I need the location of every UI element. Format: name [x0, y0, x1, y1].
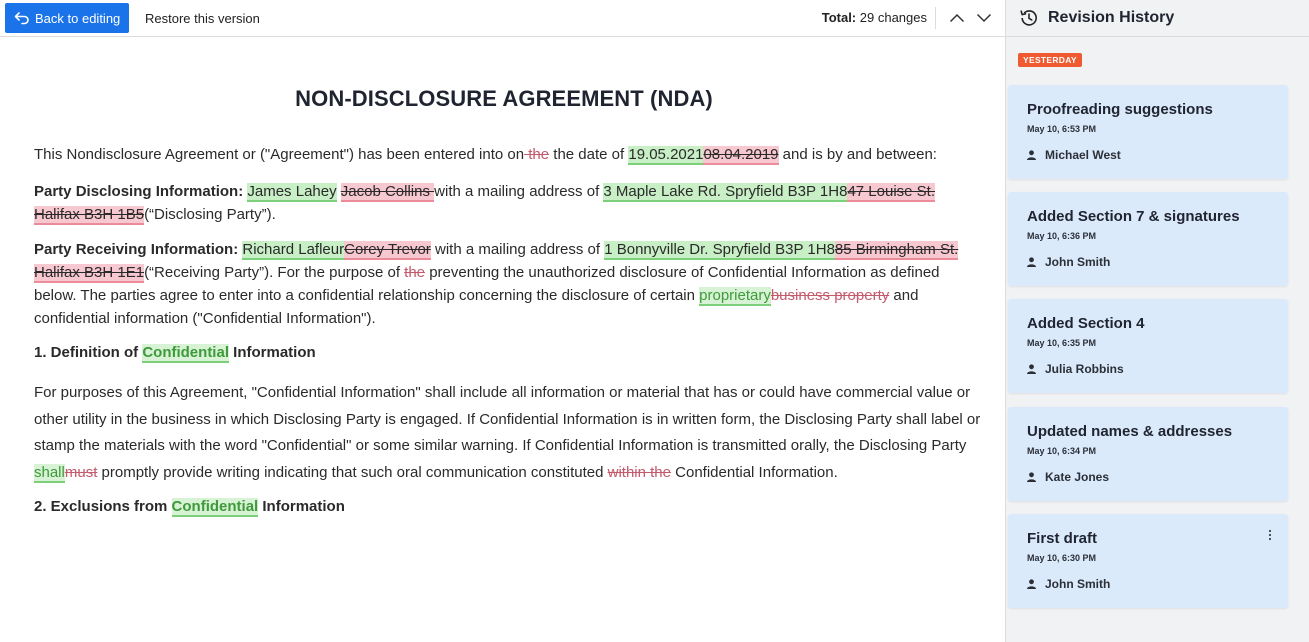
document-body: NON-DISCLOSURE AGREEMENT (NDA) This Nond…	[34, 37, 984, 518]
deleted-text[interactable]: business property	[771, 287, 889, 304]
panel-title: Revision History	[1048, 9, 1175, 26]
heading-text: 1. Definition of	[34, 344, 143, 361]
section-1-paragraph: For purposes of this Agreement, "Confide…	[34, 380, 984, 486]
inserted-name[interactable]: James Lahey	[247, 183, 337, 202]
section-text: Confidential Information.	[671, 463, 838, 481]
deleted-text[interactable]: the	[404, 264, 425, 281]
disclosing-text: (“Disclosing Party”).	[144, 206, 276, 223]
inserted-word[interactable]: proprietary	[699, 287, 771, 306]
revision-card[interactable]: Proofreading suggestions May 10, 6:53 PM…	[1008, 85, 1288, 179]
revision-card[interactable]: Updated names & addresses May 10, 6:34 P…	[1008, 407, 1288, 501]
inserted-word[interactable]: shall	[34, 463, 65, 483]
disclosing-party-label: Party Disclosing Information:	[34, 183, 244, 200]
revision-card[interactable]: First draft May 10, 6:30 PM John Smith	[1008, 514, 1288, 608]
revision-author-name: John Smith	[1045, 255, 1111, 269]
inserted-date[interactable]: 19.05.2021	[628, 146, 704, 165]
chevron-up-icon	[949, 13, 965, 23]
section-text: promptly provide writing indicating that…	[97, 463, 608, 481]
history-icon	[1019, 8, 1039, 28]
revision-author-name: Julia Robbins	[1045, 362, 1124, 376]
section-text: For purposes of this Agreement, "Confide…	[34, 384, 981, 454]
receiving-party-paragraph: Party Receiving Information: Richard Laf…	[34, 238, 984, 330]
revision-title: Proofreading suggestions	[1027, 101, 1213, 118]
inserted-address[interactable]: 3 Maple Lake Rd. Spryfield B3P 1H8	[603, 183, 848, 202]
revision-title: Updated names & addresses	[1027, 423, 1233, 440]
document-title: NON-DISCLOSURE AGREEMENT (NDA)	[295, 86, 713, 111]
revision-history-panel: Revision History YESTERDAY Proofreading …	[1005, 0, 1309, 642]
user-icon	[1027, 257, 1036, 267]
revision-author: Michael West	[1027, 148, 1121, 162]
user-icon	[1027, 472, 1036, 482]
receiving-text: (“Receiving Party”). For the purpose of	[144, 264, 405, 281]
revision-title: Added Section 7 & signatures	[1027, 208, 1240, 225]
total-changes-value: 29 changes	[859, 10, 927, 25]
more-vertical-icon[interactable]	[1264, 527, 1276, 543]
intro-text: and is by and between:	[778, 146, 937, 163]
revision-author-name: John Smith	[1045, 577, 1111, 591]
back-to-editing-label: Back to editing	[35, 10, 121, 26]
disclosing-text: with a mailing address of	[434, 183, 604, 200]
revision-author: John Smith	[1027, 577, 1110, 591]
intro-paragraph: This Nondisclosure Agreement or ("Agreem…	[34, 143, 984, 166]
user-icon	[1027, 579, 1036, 589]
revision-author-name: Michael West	[1045, 148, 1121, 162]
intro-text: This Nondisclosure Agreement or ("Agreem…	[34, 146, 525, 163]
deleted-text[interactable]: the	[524, 146, 549, 163]
receiving-text: with a mailing address of	[430, 241, 605, 258]
document-editor-pane: Back to editing Restore this version Tot…	[0, 0, 1005, 642]
revision-author: John Smith	[1027, 255, 1110, 269]
revision-author: Kate Jones	[1027, 470, 1109, 484]
inserted-name[interactable]: Richard Lafleur	[242, 241, 345, 260]
heading-text: Information	[229, 344, 316, 361]
total-changes-label: Total:	[821, 10, 857, 25]
deleted-name[interactable]: Corey Trevor	[344, 241, 431, 260]
heading-text: 2. Exclusions from	[34, 498, 172, 515]
receiving-party-label: Party Receiving Information:	[34, 241, 239, 258]
inserted-word[interactable]: Confidential	[142, 344, 229, 363]
section-1-heading: 1. Definition of Confidential Informatio…	[34, 341, 984, 364]
revision-title: Added Section 4	[1027, 315, 1145, 332]
heading-text: Information	[258, 498, 345, 515]
back-arrow-icon	[14, 11, 30, 25]
next-change-button[interactable]	[975, 9, 993, 27]
back-to-editing-button[interactable]: Back to editing	[5, 3, 130, 33]
revision-card[interactable]: Added Section 4 May 10, 6:35 PM Julia Ro…	[1008, 299, 1288, 393]
revision-author: Julia Robbins	[1027, 362, 1124, 376]
previous-change-button[interactable]	[948, 9, 966, 27]
revision-date: May 10, 6:30 PM	[1027, 553, 1097, 563]
toolbar-divider	[935, 7, 936, 29]
deleted-text[interactable]: must	[65, 464, 98, 481]
revision-date: May 10, 6:34 PM	[1027, 446, 1097, 456]
total-changes: Total: 29 changes	[822, 10, 927, 25]
chevron-down-icon	[976, 13, 992, 23]
user-icon	[1027, 364, 1036, 374]
revision-author-name: Kate Jones	[1045, 470, 1110, 484]
revision-date: May 10, 6:36 PM	[1027, 231, 1097, 241]
revision-history-header: Revision History	[1006, 0, 1309, 37]
revision-card[interactable]: Added Section 7 & signatures May 10, 6:3…	[1008, 192, 1288, 286]
revision-date: May 10, 6:53 PM	[1027, 124, 1097, 134]
disclosing-party-paragraph: Party Disclosing Information: James Lahe…	[34, 180, 984, 226]
revision-date: May 10, 6:35 PM	[1027, 338, 1097, 348]
revision-title: First draft	[1027, 530, 1098, 547]
user-icon	[1027, 150, 1036, 160]
inserted-address[interactable]: 1 Bonnyville Dr. Spryfield B3P 1H8	[604, 241, 835, 260]
section-2-heading: 2. Exclusions from Confidential Informat…	[34, 495, 984, 518]
inserted-word[interactable]: Confidential	[171, 498, 259, 517]
deleted-date[interactable]: 08.04.2019	[703, 146, 779, 165]
deleted-name[interactable]: Jacob Collins	[340, 183, 435, 202]
restore-version-button[interactable]: Restore this version	[145, 3, 260, 33]
intro-text: the date of	[549, 146, 629, 163]
day-group-badge: YESTERDAY	[1018, 53, 1082, 67]
editor-toolbar: Back to editing Restore this version Tot…	[0, 0, 1005, 37]
deleted-text[interactable]: within the	[608, 464, 671, 481]
